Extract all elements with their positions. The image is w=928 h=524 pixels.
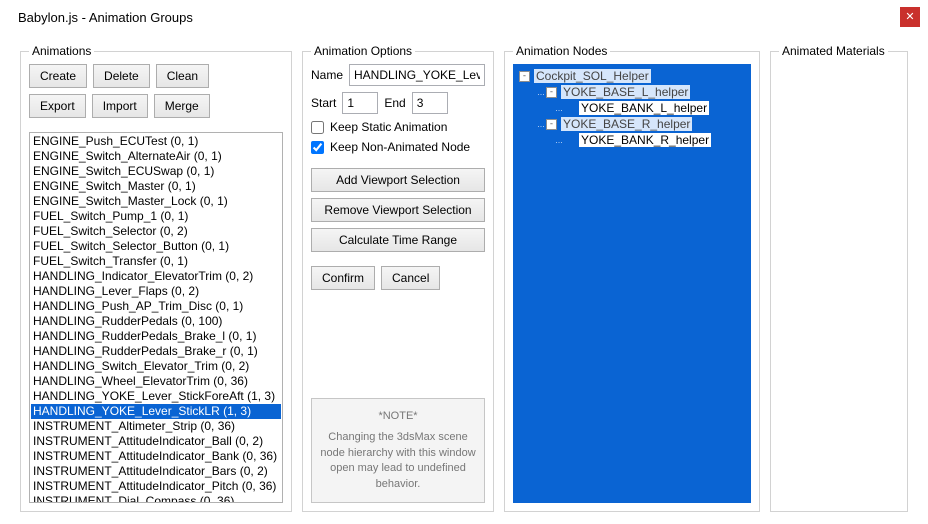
panel-nodes: Animation Nodes -Cockpit_SOL_Helper…-YOK… — [504, 44, 760, 512]
panel-nodes-title: Animation Nodes — [513, 44, 610, 58]
list-item[interactable]: INSTRUMENT_AttitudeIndicator_Bars (0, 2) — [31, 464, 281, 479]
list-item[interactable]: HANDLING_Lever_Flaps (0, 2) — [31, 284, 281, 299]
list-item[interactable]: HANDLING_Switch_Elevator_Trim (0, 2) — [31, 359, 281, 374]
list-item[interactable]: HANDLING_YOKE_Lever_StickForeAft (1, 3) — [31, 389, 281, 404]
panel-options: Animation Options Name Start End Keep St… — [302, 44, 494, 512]
list-item[interactable]: FUEL_Switch_Selector (0, 2) — [31, 224, 281, 239]
list-item[interactable]: INSTRUMENT_Altimeter_Strip (0, 36) — [31, 419, 281, 434]
confirm-cancel-row: Confirm Cancel — [311, 266, 485, 290]
note-title: *NOTE* — [318, 409, 478, 424]
list-item[interactable]: INSTRUMENT_AttitudeIndicator_Ball (0, 2) — [31, 434, 281, 449]
tree-node[interactable]: -Cockpit_SOL_Helper — [517, 68, 747, 84]
list-item[interactable]: INSTRUMENT_AttitudeIndicator_Pitch (0, 3… — [31, 479, 281, 494]
list-item[interactable]: INSTRUMENT_AttitudeIndicator_Bank (0, 36… — [31, 449, 281, 464]
name-label: Name — [311, 68, 343, 82]
cancel-button[interactable]: Cancel — [381, 266, 440, 290]
panel-materials: Animated Materials — [770, 44, 908, 512]
node-tree[interactable]: -Cockpit_SOL_Helper…-YOKE_BASE_L_helper…… — [513, 64, 751, 503]
end-label: End — [384, 96, 405, 110]
window-title: Babylon.js - Animation Groups — [12, 10, 193, 25]
tree-node[interactable]: …YOKE_BANK_R_helper — [517, 132, 747, 148]
start-label: Start — [311, 96, 336, 110]
tree-toggle-icon[interactable]: - — [519, 71, 530, 82]
keep-nonanim-checkbox[interactable] — [311, 141, 324, 154]
start-input[interactable] — [342, 92, 378, 114]
content: Animations Create Delete Clean Export Im… — [20, 44, 908, 512]
calc-range-button[interactable]: Calculate Time Range — [311, 228, 485, 252]
list-item[interactable]: ENGINE_Switch_ECUSwap (0, 1) — [31, 164, 281, 179]
list-item[interactable]: HANDLING_Push_AP_Trim_Disc (0, 1) — [31, 299, 281, 314]
tree-node-label[interactable]: Cockpit_SOL_Helper — [534, 69, 651, 83]
list-item[interactable]: HANDLING_YOKE_Lever_StickLR (1, 3) — [31, 404, 281, 419]
panel-animations: Animations Create Delete Clean Export Im… — [20, 44, 292, 512]
close-icon: ✕ — [905, 12, 914, 23]
create-button[interactable]: Create — [29, 64, 87, 88]
tree-node-label[interactable]: YOKE_BANK_R_helper — [579, 133, 711, 147]
tree-node-label[interactable]: YOKE_BASE_R_helper — [561, 117, 692, 131]
animations-list[interactable]: ENGINE_Push_ECUTest (0, 1)ENGINE_Switch_… — [29, 132, 283, 503]
animations-buttons-row1: Create Delete Clean — [29, 64, 283, 88]
tree-node-label[interactable]: YOKE_BANK_L_helper — [579, 101, 709, 115]
list-item[interactable]: FUEL_Switch_Transfer (0, 1) — [31, 254, 281, 269]
keep-static-checkbox[interactable] — [311, 121, 324, 134]
list-item[interactable]: ENGINE_Switch_Master_Lock (0, 1) — [31, 194, 281, 209]
list-item[interactable]: ENGINE_Switch_AlternateAir (0, 1) — [31, 149, 281, 164]
name-row: Name — [311, 64, 485, 86]
panel-options-title: Animation Options — [311, 44, 415, 58]
note-box: *NOTE* Changing the 3dsMax scene node hi… — [311, 398, 485, 503]
export-button[interactable]: Export — [29, 94, 86, 118]
list-item[interactable]: HANDLING_RudderPedals_Brake_l (0, 1) — [31, 329, 281, 344]
animations-buttons-row2: Export Import Merge — [29, 94, 283, 118]
delete-button[interactable]: Delete — [93, 64, 150, 88]
end-input[interactable] — [412, 92, 448, 114]
panel-materials-title: Animated Materials — [779, 44, 888, 58]
panel-animations-title: Animations — [29, 44, 94, 58]
clean-button[interactable]: Clean — [156, 64, 209, 88]
list-item[interactable]: HANDLING_Wheel_ElevatorTrim (0, 36) — [31, 374, 281, 389]
remove-viewport-button[interactable]: Remove Viewport Selection — [311, 198, 485, 222]
name-input[interactable] — [349, 64, 485, 86]
tree-toggle-icon[interactable]: - — [546, 87, 557, 98]
tree-node-label[interactable]: YOKE_BASE_L_helper — [561, 85, 690, 99]
keep-static-label[interactable]: Keep Static Animation — [330, 120, 447, 134]
note-body: Changing the 3dsMax scene node hierarchy… — [318, 430, 478, 492]
merge-button[interactable]: Merge — [154, 94, 210, 118]
list-item[interactable]: FUEL_Switch_Pump_1 (0, 1) — [31, 209, 281, 224]
keep-nonanim-label[interactable]: Keep Non-Animated Node — [330, 140, 470, 154]
list-item[interactable]: INSTRUMENT_Dial_Compass (0, 36) — [31, 494, 281, 503]
add-viewport-button[interactable]: Add Viewport Selection — [311, 168, 485, 192]
list-item[interactable]: ENGINE_Push_ECUTest (0, 1) — [31, 134, 281, 149]
close-button[interactable]: ✕ — [900, 7, 920, 27]
keep-static-row: Keep Static Animation — [311, 120, 485, 134]
window: Babylon.js - Animation Groups ✕ Animatio… — [0, 0, 928, 524]
tree-toggle-icon[interactable]: - — [546, 119, 557, 130]
tree-node[interactable]: …-YOKE_BASE_L_helper — [517, 84, 747, 100]
list-item[interactable]: HANDLING_RudderPedals_Brake_r (0, 1) — [31, 344, 281, 359]
list-item[interactable]: ENGINE_Switch_Master (0, 1) — [31, 179, 281, 194]
range-row: Start End — [311, 92, 485, 114]
list-item[interactable]: HANDLING_RudderPedals (0, 100) — [31, 314, 281, 329]
tree-node[interactable]: …YOKE_BANK_L_helper — [517, 100, 747, 116]
import-button[interactable]: Import — [92, 94, 148, 118]
confirm-button[interactable]: Confirm — [311, 266, 375, 290]
tree-node[interactable]: …-YOKE_BASE_R_helper — [517, 116, 747, 132]
keep-nonanim-row: Keep Non-Animated Node — [311, 140, 485, 154]
titlebar: Babylon.js - Animation Groups ✕ — [0, 0, 928, 34]
list-item[interactable]: FUEL_Switch_Selector_Button (0, 1) — [31, 239, 281, 254]
list-item[interactable]: HANDLING_Indicator_ElevatorTrim (0, 2) — [31, 269, 281, 284]
